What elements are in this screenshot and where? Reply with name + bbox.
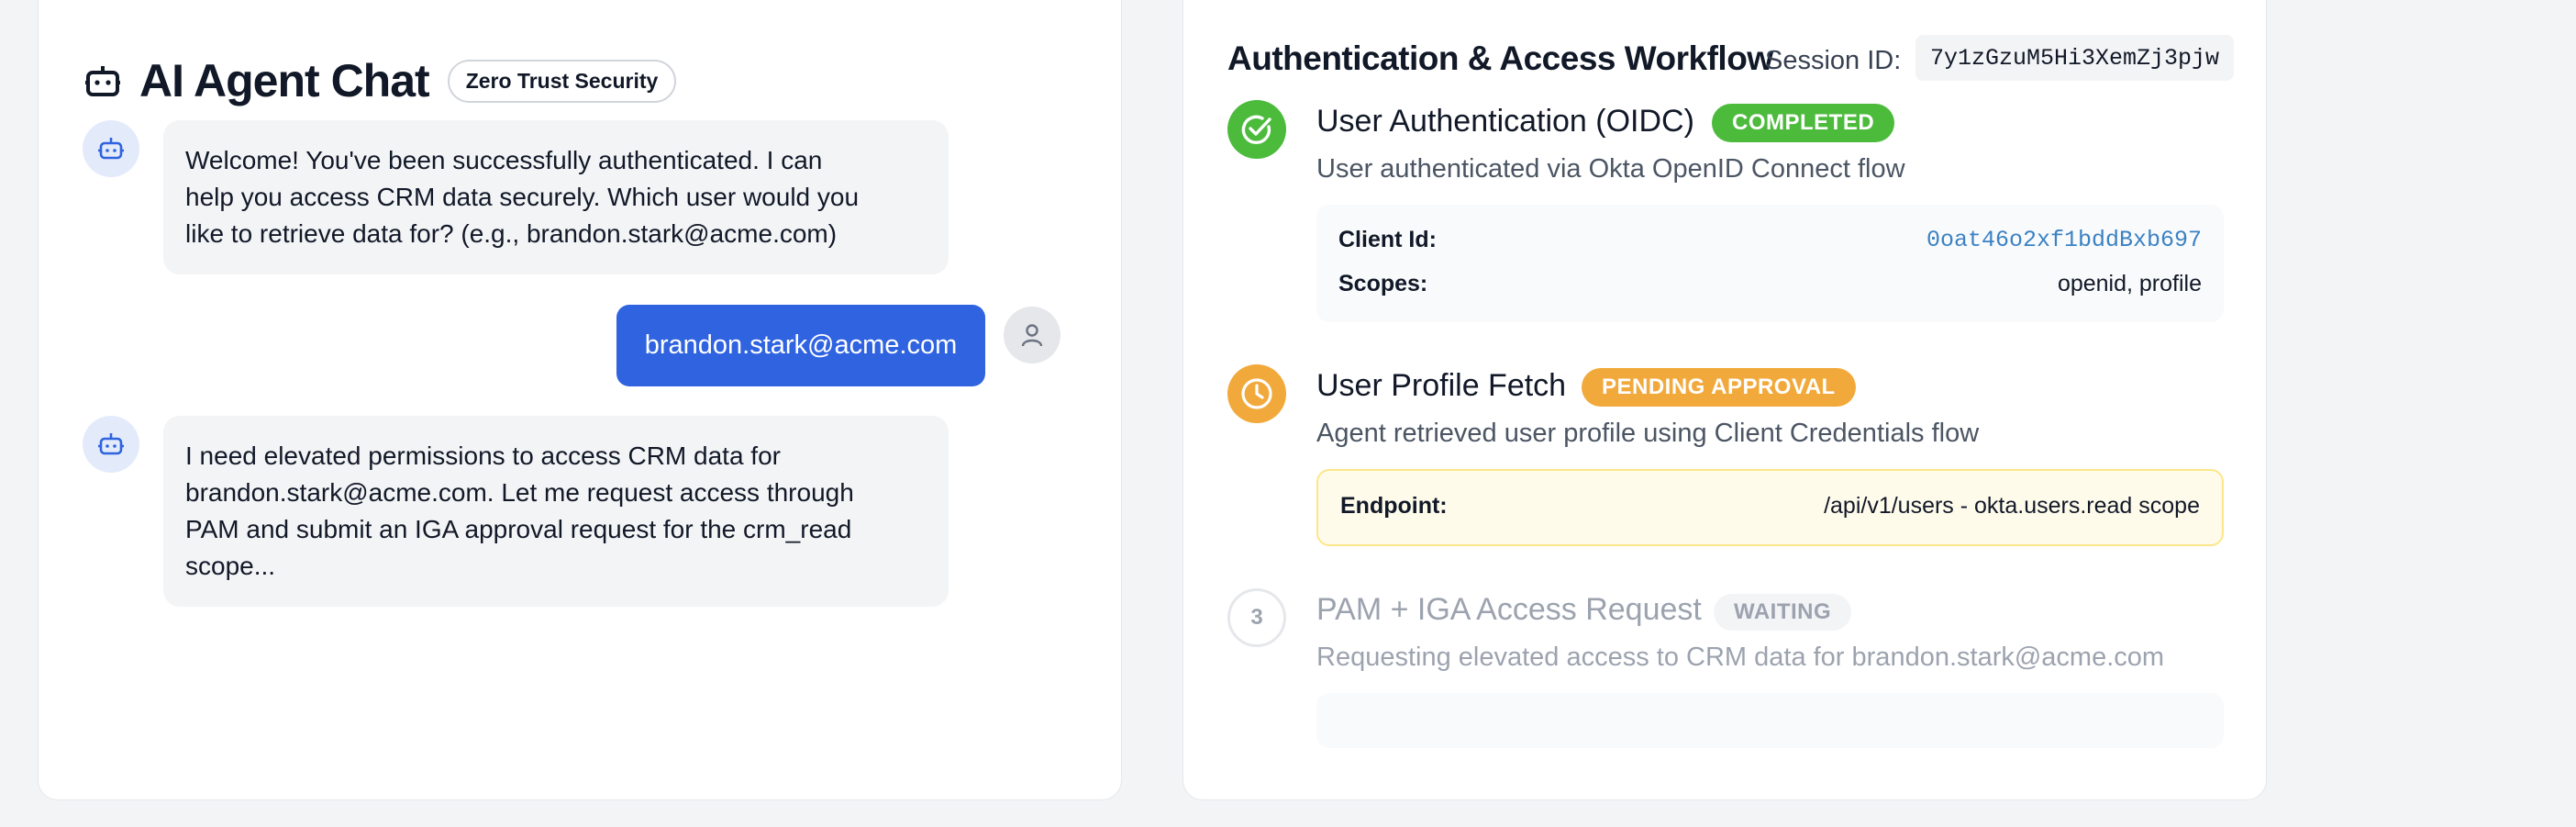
- step-details: Client Id: 0oat46o2xf1bddBxb697 Scopes: …: [1316, 205, 2224, 322]
- workflow-title: Authentication & Access Workflow: [1227, 39, 1773, 77]
- step-title: User Profile Fetch: [1316, 368, 1567, 403]
- robot-icon: [98, 433, 124, 455]
- message-line: Welcome! You've been successfully authen…: [185, 146, 823, 174]
- clock-icon: [1241, 378, 1272, 409]
- message-line: PAM and submit an IGA approval request f…: [185, 515, 852, 543]
- robot-icon: [98, 138, 124, 160]
- detail-key: Scopes:: [1338, 271, 1428, 296]
- step-details: Endpoint: /api/v1/users - okta.users.rea…: [1316, 469, 2224, 546]
- step-title: PAM + IGA Access Request: [1316, 592, 1702, 627]
- detail-key: Endpoint:: [1340, 493, 1448, 519]
- step-description: Requesting elevated access to CRM data f…: [1316, 643, 2165, 672]
- message-line: brandon.stark@acme.com. Let me request a…: [185, 478, 854, 507]
- page-title: AI Agent Chat: [139, 55, 430, 106]
- session-id[interactable]: 7y1zGzuM5Hi3XemZj3pjw: [1915, 35, 2235, 81]
- step-description: User authenticated via Okta OpenID Conne…: [1316, 154, 1905, 184]
- message-line: like to retrieve data for? (e.g., brando…: [185, 219, 838, 248]
- chat-header: AI Agent Chat Zero Trust Security: [84, 54, 677, 107]
- step-details: [1316, 693, 2224, 748]
- detail-row-scopes: Scopes: openid, profile: [1338, 271, 2202, 297]
- step-number: 3: [1250, 605, 1263, 630]
- step-number-icon: 3: [1227, 588, 1286, 647]
- endpoint-value: /api/v1/users - okta.users.read scope: [1824, 493, 2200, 519]
- agent-message: I need elevated permissions to access CR…: [163, 416, 949, 607]
- chat-panel: AI Agent Chat Zero Trust Security Welcom…: [38, 0, 1122, 800]
- detail-row-endpoint: Endpoint: /api/v1/users - okta.users.rea…: [1340, 493, 2200, 520]
- detail-row-client-id: Client Id: 0oat46o2xf1bddBxb697: [1338, 227, 2202, 253]
- message-line: I need elevated permissions to access CR…: [185, 441, 781, 470]
- status-badge-completed: COMPLETED: [1712, 104, 1895, 142]
- step-description: Agent retrieved user profile using Clien…: [1316, 419, 1980, 448]
- security-badge: Zero Trust Security: [447, 59, 677, 103]
- step-title: User Authentication (OIDC): [1316, 104, 1694, 139]
- robot-icon: [85, 66, 120, 96]
- check-circle-icon: [1241, 115, 1271, 145]
- step-status-icon: [1227, 364, 1286, 423]
- scopes-value: openid, profile: [2057, 271, 2202, 296]
- agent-avatar: [83, 120, 139, 177]
- client-id-value[interactable]: 0oat46o2xf1bddBxb697: [1926, 227, 2202, 253]
- agent-avatar: [83, 416, 139, 473]
- workflow-panel: Authentication & Access Workflow Session…: [1183, 0, 2267, 800]
- message-line: help you access CRM data securely. Which…: [185, 183, 860, 211]
- step-status-icon: [1227, 100, 1286, 159]
- message-line: scope...: [185, 552, 276, 580]
- session-label: Session ID:: [1765, 46, 1902, 75]
- user-icon: [1021, 324, 1043, 347]
- user-message: brandon.stark@acme.com: [616, 305, 985, 386]
- user-avatar: [1004, 307, 1060, 363]
- status-badge-waiting: WAITING: [1714, 594, 1852, 631]
- status-badge-pending: PENDING APPROVAL: [1582, 368, 1856, 407]
- agent-message: Welcome! You've been successfully authen…: [163, 120, 949, 274]
- detail-key: Client Id:: [1338, 227, 1437, 252]
